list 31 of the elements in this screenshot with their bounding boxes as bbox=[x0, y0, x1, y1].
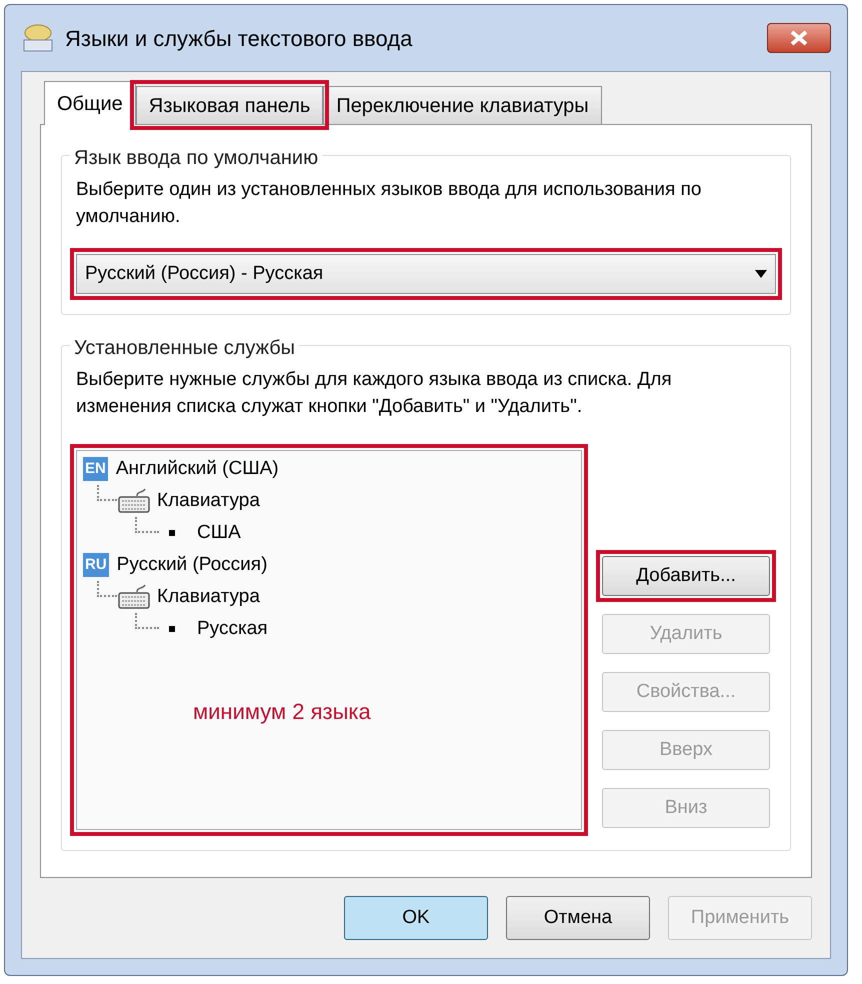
tree-item[interactable]: Русская bbox=[197, 614, 268, 644]
bullet-icon bbox=[169, 530, 175, 536]
language-dropdown[interactable]: Русский (Россия) - Русская bbox=[76, 254, 776, 294]
action-button[interactable]: Отмена bbox=[506, 896, 650, 940]
tree-item[interactable]: Клавиатура bbox=[157, 486, 260, 516]
tree-connector-line bbox=[135, 517, 159, 533]
tab[interactable]: Общие bbox=[44, 81, 136, 125]
keyboard-icon bbox=[117, 488, 151, 514]
language-badge: EN bbox=[83, 457, 108, 481]
keyboard-icon bbox=[117, 584, 151, 610]
action-button[interactable]: OK bbox=[344, 896, 488, 940]
group-description: Выберите нужные службы для каждого языка ввода из списка. Для изменения списка служат кнопки "Добавить" и "Удалить". bbox=[76, 368, 673, 419]
app-icon bbox=[21, 23, 55, 53]
window-title: Языки и службы текстового ввода bbox=[65, 24, 412, 53]
close-icon bbox=[789, 30, 809, 46]
close-button[interactable] bbox=[767, 23, 831, 53]
tab[interactable]: Языковая панель bbox=[136, 86, 324, 124]
bullet-icon bbox=[169, 626, 175, 632]
dropdown-arrow-icon bbox=[755, 270, 767, 278]
action-button[interactable]: Добавить... bbox=[602, 556, 770, 596]
annotation-text: минимум 2 языка bbox=[193, 698, 372, 726]
tree-connector-line bbox=[135, 613, 159, 629]
tab[interactable]: Переключение клавиатуры bbox=[323, 86, 602, 124]
tree-connector-line bbox=[97, 485, 117, 501]
tree-item[interactable]: Английский (США) bbox=[116, 454, 279, 484]
tree-item[interactable]: Русский (Россия) bbox=[116, 550, 268, 580]
tree-connector-line bbox=[97, 581, 117, 597]
language-badge: RU bbox=[83, 553, 109, 577]
tree-item[interactable]: Клавиатура bbox=[157, 582, 260, 612]
tree-item[interactable]: США bbox=[197, 518, 241, 548]
group-description: Выберите один из установленных языков ввода для использования по умолчанию. bbox=[76, 178, 702, 229]
